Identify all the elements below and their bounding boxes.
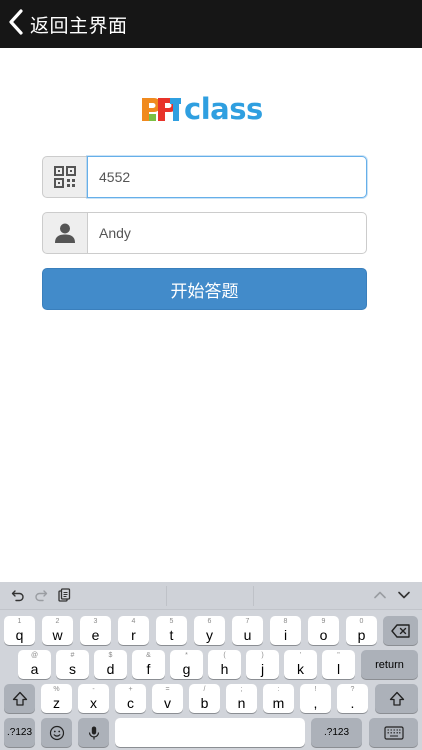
qr-code-addon xyxy=(42,156,87,198)
emoji-key[interactable] xyxy=(41,718,72,747)
shift-key-left[interactable] xyxy=(4,684,35,713)
key-b[interactable]: / b xyxy=(189,684,220,713)
key-z[interactable]: % z xyxy=(41,684,72,713)
start-answering-button[interactable]: 开始答题 xyxy=(42,268,367,310)
key-m[interactable]: :m xyxy=(263,684,294,713)
return-key[interactable]: return xyxy=(361,650,418,679)
key-j[interactable]: ) j xyxy=(246,650,279,679)
key-g[interactable]: * g xyxy=(170,650,203,679)
user-addon xyxy=(42,212,87,254)
back-button[interactable]: 返回主界面 xyxy=(0,0,128,48)
key-u[interactable]: 7u xyxy=(232,616,263,645)
key-comma[interactable]: !, xyxy=(300,684,331,713)
key-k[interactable]: ' k xyxy=(284,650,317,679)
shift-icon xyxy=(375,684,418,713)
top-nav-bar: 返回主界面 xyxy=(0,0,422,48)
pp-class-logo: class xyxy=(140,92,276,126)
key-s[interactable]: # s xyxy=(56,650,89,679)
key-v[interactable]: = v xyxy=(152,684,183,713)
key-n[interactable]: ; n xyxy=(226,684,257,713)
numbers-key-right[interactable]: .?123 xyxy=(311,718,362,747)
key-q[interactable]: 1q xyxy=(4,616,35,645)
delete-key[interactable] xyxy=(383,616,418,645)
key-e[interactable]: 3e xyxy=(80,616,111,645)
keyboard-icon xyxy=(369,718,418,747)
shift-key-right[interactable] xyxy=(375,684,418,713)
logo-mark-icon xyxy=(142,98,181,121)
space-bar[interactable] xyxy=(115,718,305,747)
name-group xyxy=(42,212,367,254)
back-label: 返回主界面 xyxy=(30,14,128,37)
dictation-key[interactable] xyxy=(78,718,109,747)
ios-keyboard: 1q 2w 3e 4r 5t 6y 7u 8i 9o 0p @ a # s $ d &… xyxy=(0,582,422,750)
numbers-key-left[interactable]: .?123 xyxy=(4,718,35,747)
redo-icon[interactable] xyxy=(34,588,48,602)
app-screen: 返回主界面 class 4552 Andy 开始答题 1 q 2 w 3 e 4… xyxy=(0,0,422,750)
key-h[interactable]: (h xyxy=(208,650,241,679)
chevron-up-icon[interactable] xyxy=(373,588,387,602)
chevron-down-icon[interactable] xyxy=(397,588,411,602)
toolbar-divider xyxy=(166,586,167,606)
microphone-icon xyxy=(78,718,109,747)
key-x[interactable]: -x xyxy=(78,684,109,713)
key-l[interactable]: " l xyxy=(322,650,355,679)
user-icon xyxy=(55,223,75,243)
key-w[interactable]: 2w xyxy=(42,616,73,645)
key-c[interactable]: + c xyxy=(115,684,146,713)
class-code-group xyxy=(42,156,367,198)
emoji-icon xyxy=(41,718,72,747)
key-y[interactable]: 6y xyxy=(194,616,225,645)
key-t[interactable]: 5t xyxy=(156,616,187,645)
keyboard-toolbar xyxy=(0,582,422,610)
shift-icon xyxy=(4,684,35,713)
key-f[interactable]: & f xyxy=(132,650,165,679)
key-d[interactable]: $ d xyxy=(94,650,127,679)
qr-code-icon xyxy=(54,166,76,188)
name-input[interactable] xyxy=(87,212,367,254)
key-o[interactable]: 9o xyxy=(308,616,339,645)
dismiss-keyboard-key[interactable] xyxy=(369,718,418,747)
toolbar-divider xyxy=(253,586,254,606)
chevron-left-icon xyxy=(8,8,24,40)
backspace-icon xyxy=(383,616,418,645)
key-period[interactable]: ?. xyxy=(337,684,368,713)
class-code-input[interactable] xyxy=(87,156,367,198)
paste-icon[interactable] xyxy=(57,588,71,602)
logo-wordmark: class xyxy=(184,92,263,126)
key-a[interactable]: @ a xyxy=(18,650,51,679)
key-r[interactable]: 4r xyxy=(118,616,149,645)
undo-icon[interactable] xyxy=(11,588,25,602)
key-i[interactable]: 8i xyxy=(270,616,301,645)
key-p[interactable]: 0p xyxy=(346,616,377,645)
